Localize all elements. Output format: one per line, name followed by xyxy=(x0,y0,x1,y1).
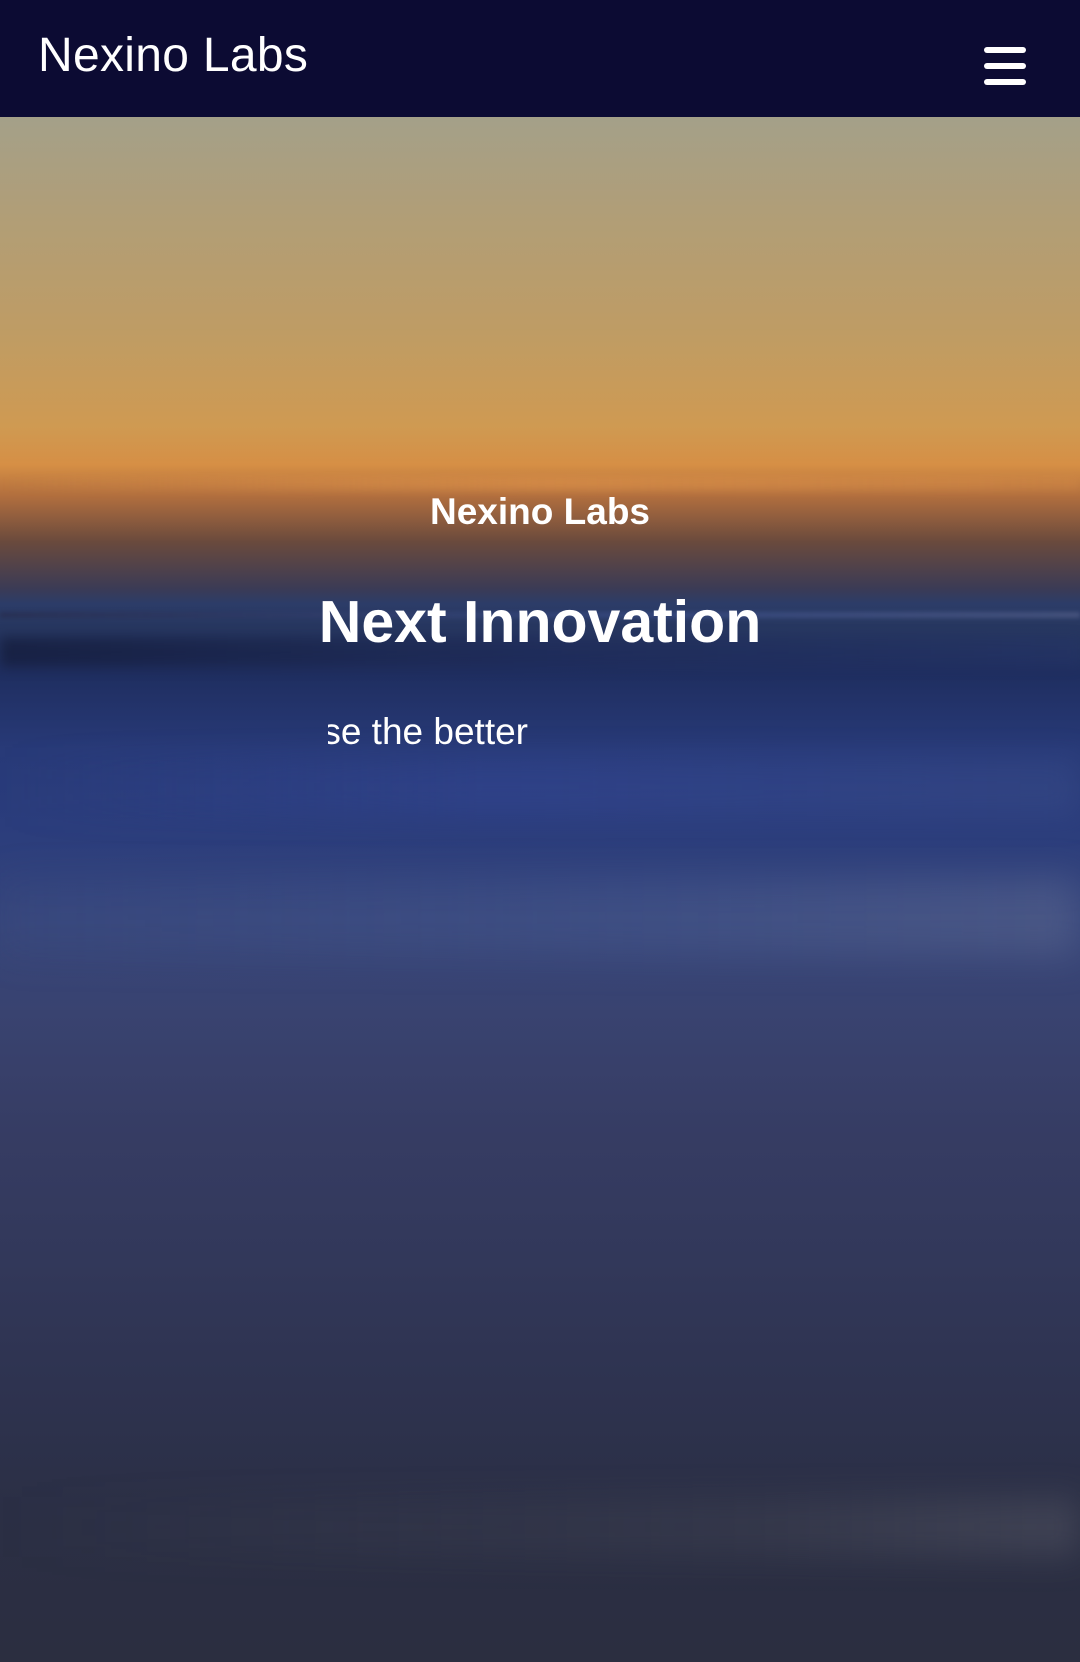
hero-kicker: Nexino Labs xyxy=(430,491,650,532)
menu-line xyxy=(984,79,1026,85)
hero-content: Nexino Labs Next Innovation Choose the b… xyxy=(0,117,1080,1662)
typed-text-container: Choose the better xyxy=(328,707,752,757)
typed-text: Choose the better xyxy=(328,711,528,752)
navbar: Nexino Labs xyxy=(0,0,1080,117)
menu-line xyxy=(984,47,1026,53)
hero-section: Nexino Labs Next Innovation Choose the b… xyxy=(0,117,1080,1662)
hamburger-menu-icon[interactable] xyxy=(984,47,1026,85)
brand-logo-text[interactable]: Nexino Labs xyxy=(38,26,308,86)
hero-title: Next Innovation xyxy=(318,589,762,655)
menu-line xyxy=(984,63,1026,69)
